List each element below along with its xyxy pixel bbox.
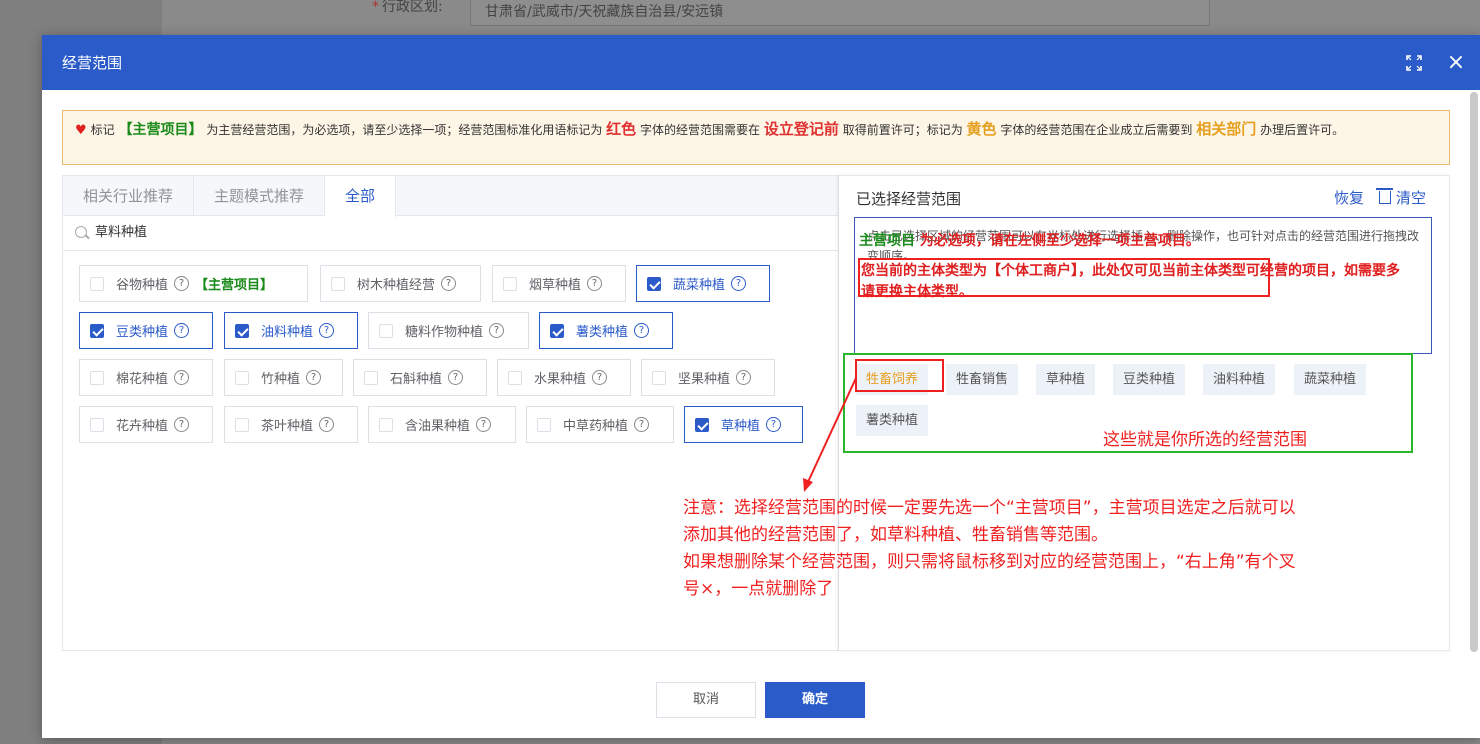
close-icon[interactable]: × xyxy=(1444,49,1468,77)
help-icon[interactable]: ? xyxy=(476,417,492,432)
checkbox[interactable] xyxy=(235,370,249,385)
region-field-label: * 行政区划: xyxy=(372,0,443,15)
dialog-header: 经营范围 xyxy=(42,35,1480,90)
scope-option[interactable]: 石斛种植? xyxy=(353,359,487,396)
help-icon[interactable]: ? xyxy=(306,370,322,385)
scope-option[interactable]: 茶叶种植? xyxy=(224,406,358,443)
restore-button[interactable]: 恢复 xyxy=(1334,187,1364,208)
help-icon[interactable]: ? xyxy=(441,276,457,291)
clear-button[interactable]: 清空 xyxy=(1376,187,1426,208)
scope-option[interactable]: 中草药种植? xyxy=(526,406,674,443)
checkbox[interactable] xyxy=(379,417,393,432)
scope-option[interactable]: 油料种植? xyxy=(224,312,358,349)
region-field-input: 甘肃省/武威市/天祝藏族自治县/安远镇 xyxy=(470,0,1210,26)
help-icon[interactable]: ? xyxy=(634,417,650,432)
scope-option[interactable]: 蔬菜种植? xyxy=(636,265,770,302)
scope-option[interactable]: 糖料作物种植? xyxy=(368,312,529,349)
checkbox[interactable] xyxy=(647,276,661,291)
help-icon[interactable]: ? xyxy=(448,370,464,385)
scope-notice: ♥ 标记 【主营项目】 为主营经营范围，为必选项，请至少选择一项；经营范围标准化用… xyxy=(62,110,1450,165)
help-icon[interactable]: ? xyxy=(319,417,335,432)
checkbox[interactable] xyxy=(90,417,104,432)
scope-option[interactable]: 含油果种植? xyxy=(368,406,516,443)
scope-search-input[interactable]: 草料种植 xyxy=(63,215,838,251)
fullscreen-icon[interactable] xyxy=(1406,55,1422,71)
selected-area-note: 这些就是你所选的经营范围 xyxy=(1103,430,1307,450)
checkbox[interactable] xyxy=(379,323,393,338)
cancel-button[interactable]: 取消 xyxy=(656,682,756,718)
scope-tabs: 相关行业推荐 主题模式推荐 全部 xyxy=(63,176,838,217)
checkbox[interactable] xyxy=(537,417,551,432)
help-icon[interactable]: ? xyxy=(319,323,335,338)
tab-all[interactable]: 全部 xyxy=(325,176,397,217)
scope-option[interactable]: 坚果种植? xyxy=(641,359,775,396)
help-icon[interactable]: ? xyxy=(731,276,747,291)
help-icon[interactable]: ? xyxy=(592,370,608,385)
help-icon[interactable]: ? xyxy=(766,417,782,432)
scope-option[interactable]: 薯类种植? xyxy=(539,312,673,349)
confirm-button[interactable]: 确定 xyxy=(765,682,865,718)
trash-icon xyxy=(1376,188,1393,204)
scope-option[interactable]: 棉花种植? xyxy=(79,359,213,396)
main-item-warning: 主营项目 为必选项，请在左侧至少选择一项主营项目。 xyxy=(859,233,1200,249)
checkbox[interactable] xyxy=(652,370,666,385)
checkbox[interactable] xyxy=(331,276,345,291)
scope-option[interactable]: 烟草种植? xyxy=(492,265,626,302)
help-icon[interactable]: ? xyxy=(736,370,752,385)
checkbox[interactable] xyxy=(508,370,522,385)
help-icon[interactable]: ? xyxy=(174,370,190,385)
scope-option[interactable]: 树木种植经营? xyxy=(320,265,481,302)
scope-option[interactable]: 水果种植? xyxy=(497,359,631,396)
main-item-tag: 【主营项目】 xyxy=(195,278,274,293)
help-icon[interactable]: ? xyxy=(174,323,190,338)
scope-option[interactable]: 豆类种植? xyxy=(79,312,213,349)
scope-option[interactable]: 花卉种植? xyxy=(79,406,213,443)
heart-icon: ♥ xyxy=(75,123,87,138)
help-icon[interactable]: ? xyxy=(174,276,190,291)
checkbox[interactable] xyxy=(550,323,564,338)
checkbox[interactable] xyxy=(235,323,249,338)
search-icon xyxy=(75,226,87,238)
help-icon[interactable]: ? xyxy=(489,323,505,338)
checkbox[interactable] xyxy=(90,276,104,291)
scope-option[interactable]: 谷物种植? 【主营项目】 xyxy=(79,265,308,302)
instruction-note: 注意：选择经营范围的时候一定要先选一个“主营项目”，主营项目选定之后就可以 添加… xyxy=(683,498,1296,599)
scope-option[interactable]: 草种植? xyxy=(684,406,803,443)
checkbox[interactable] xyxy=(235,417,249,432)
checkbox[interactable] xyxy=(90,323,104,338)
checkbox[interactable] xyxy=(503,276,517,291)
tab-theme-recommend[interactable]: 主题模式推荐 xyxy=(194,176,326,216)
checkbox[interactable] xyxy=(90,370,104,385)
selected-scope-title: 已选择经营范围 xyxy=(856,190,962,208)
checkbox[interactable] xyxy=(695,417,709,432)
help-icon[interactable]: ? xyxy=(634,323,650,338)
checkbox[interactable] xyxy=(364,370,378,385)
help-icon[interactable]: ? xyxy=(587,276,603,291)
scope-option[interactable]: 竹种植? xyxy=(224,359,343,396)
dialog-title: 经营范围 xyxy=(62,54,123,72)
help-icon[interactable]: ? xyxy=(174,417,190,432)
main-item-highlight xyxy=(858,258,1270,297)
tab-industry-recommend[interactable]: 相关行业推荐 xyxy=(63,176,195,216)
